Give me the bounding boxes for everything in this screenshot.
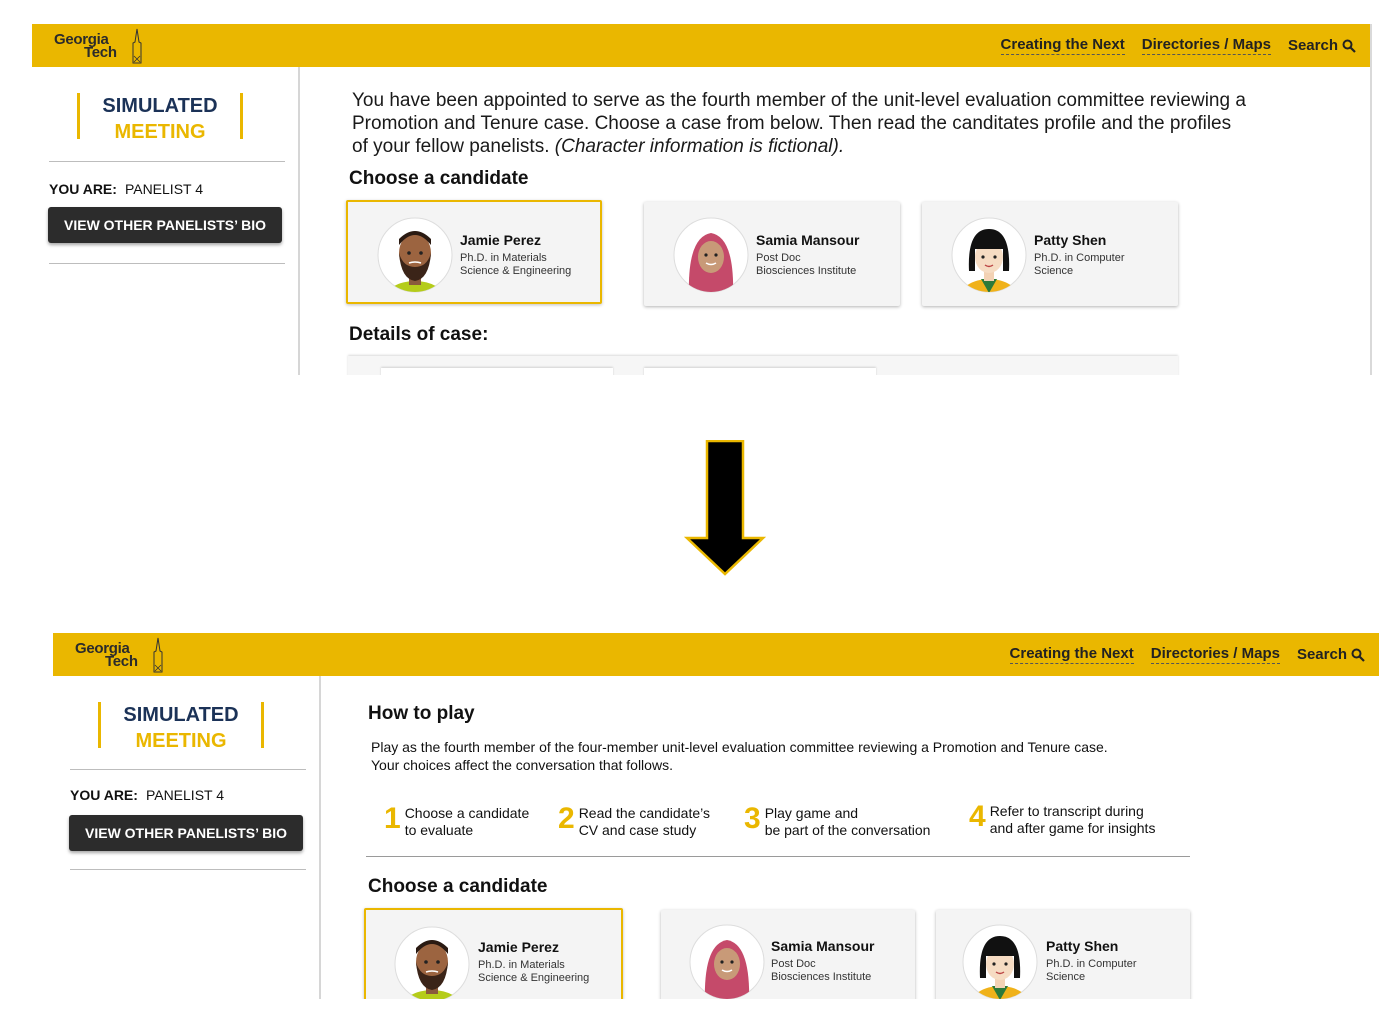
divider <box>70 769 306 770</box>
candidate-card-jamie-perez[interactable]: Jamie Perez Ph.D. in Materials Science & … <box>364 908 623 999</box>
georgia-tech-logo[interactable]: Georgia Tech <box>75 637 165 673</box>
patty-shen-avatar <box>962 924 1038 999</box>
after-screenshot: Georgia Tech Creating the Next Directori… <box>53 633 1379 999</box>
top-nav: Creating the Next Directories / Maps Sea… <box>1009 645 1365 664</box>
choose-candidate-heading: Choose a candidate <box>368 876 548 897</box>
patty-shen-avatar <box>951 217 1027 293</box>
step-2: 2 Read the candidate’s CV and case study <box>558 802 710 838</box>
how-to-play-text: Play as the fourth member of the four-me… <box>371 739 1108 773</box>
choose-candidate-heading: Choose a candidate <box>349 168 529 189</box>
details-of-case-heading: Details of case: <box>349 324 489 345</box>
divider <box>70 869 306 870</box>
details-of-case-panel <box>348 356 1178 375</box>
search-icon <box>1342 39 1356 53</box>
simulated-meeting-title: SIMULATED MEETING <box>77 93 243 143</box>
main-content: How to play Play as the fourth member of… <box>321 676 1379 999</box>
search-button[interactable]: Search <box>1288 37 1356 54</box>
nav-creating-the-next[interactable]: Creating the Next <box>1009 645 1134 664</box>
you-are: YOU ARE: PANELIST 4 <box>49 181 204 197</box>
candidate-card-samia-mansour[interactable]: Samia Mansour Post Doc Biosciences Instit… <box>661 910 915 999</box>
samia-mansour-avatar <box>673 217 749 293</box>
samia-mansour-avatar <box>689 924 765 999</box>
top-nav: Creating the Next Directories / Maps Sea… <box>1000 36 1356 55</box>
divider <box>366 856 1190 857</box>
simulated-meeting-title: SIMULATED MEETING <box>98 702 264 752</box>
candidate-card-samia-mansour[interactable]: Samia Mansour Post Doc Biosciences Instit… <box>644 202 900 306</box>
view-other-panelists-bio-button[interactable]: VIEW OTHER PANELISTS’ BIO <box>69 815 303 851</box>
candidate-card-patty-shen[interactable]: Patty Shen Ph.D. in Computer Science <box>936 910 1190 999</box>
divider <box>49 161 285 162</box>
case-detail-card[interactable] <box>381 368 613 375</box>
case-detail-card[interactable] <box>644 368 876 375</box>
divider <box>49 263 285 264</box>
nav-directories-maps[interactable]: Directories / Maps <box>1141 36 1271 55</box>
georgia-tech-logo[interactable]: Georgia Tech <box>54 28 144 64</box>
intro-text: You have been appointed to serve as the … <box>352 90 1246 157</box>
step-3: 3 Play game and be part of the conversati… <box>744 802 931 838</box>
search-button[interactable]: Search <box>1297 646 1365 663</box>
sidebar: SIMULATED MEETING YOU ARE: PANELIST 4 VIE… <box>53 676 321 999</box>
step-1: 1 Choose a candidate to evaluate <box>384 802 530 838</box>
sidebar: SIMULATED MEETING YOU ARE: PANELIST 4 VIE… <box>32 67 300 375</box>
tower-icon <box>153 637 163 673</box>
how-to-play-heading: How to play <box>368 703 475 724</box>
search-icon <box>1351 648 1365 662</box>
before-screenshot: Georgia Tech Creating the Next Directori… <box>32 24 1372 375</box>
view-other-panelists-bio-button[interactable]: VIEW OTHER PANELISTS’ BIO <box>48 207 282 243</box>
transition-arrow-icon <box>684 440 766 576</box>
nav-creating-the-next[interactable]: Creating the Next <box>1000 36 1125 55</box>
main-content: You have been appointed to serve as the … <box>300 67 1370 375</box>
nav-directories-maps[interactable]: Directories / Maps <box>1150 645 1280 664</box>
candidate-card-jamie-perez[interactable]: Jamie Perez Ph.D. in Materials Science & … <box>346 200 602 304</box>
header-bar: Georgia Tech Creating the Next Directori… <box>53 633 1379 676</box>
step-4: 4 Refer to transcript during and after ga… <box>969 800 1156 836</box>
jamie-perez-avatar <box>377 217 453 293</box>
candidate-card-patty-shen[interactable]: Patty Shen Ph.D. in Computer Science <box>922 202 1178 306</box>
tower-icon <box>132 28 142 64</box>
jamie-perez-avatar <box>394 926 470 999</box>
header-bar: Georgia Tech Creating the Next Directori… <box>32 24 1370 67</box>
you-are: YOU ARE: PANELIST 4 <box>70 787 225 803</box>
steps-row: 1 Choose a candidate to evaluate 2 Read t… <box>384 800 1214 842</box>
